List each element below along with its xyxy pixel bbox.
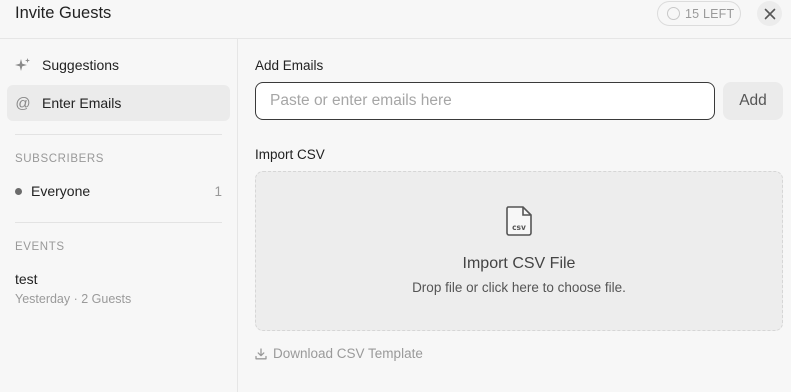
sidebar-divider: [15, 222, 222, 223]
event-item-name[interactable]: test: [15, 271, 38, 287]
csv-dropzone[interactable]: csv Import CSV File Drop file or click h…: [255, 171, 783, 331]
invite-quota-badge: 15 LEFT: [657, 1, 741, 26]
sidebar-item-enter-emails[interactable]: @ Enter Emails: [7, 85, 230, 121]
email-input[interactable]: [255, 82, 715, 120]
sidebar: Suggestions @ Enter Emails SUBSCRIBERS E…: [0, 39, 238, 392]
quota-label: 15 LEFT: [685, 6, 735, 21]
csv-file-icon: csv: [506, 206, 532, 236]
download-csv-template-link[interactable]: Download CSV Template: [255, 346, 423, 361]
close-button[interactable]: [757, 1, 782, 26]
subscriber-count: 1: [214, 183, 222, 199]
sidebar-item-label: Enter Emails: [42, 95, 122, 111]
subscriber-list-item[interactable]: Everyone 1: [15, 183, 222, 199]
subscriber-label: Everyone: [31, 183, 91, 199]
dialog-header: Invite Guests 15 LEFT: [0, 0, 791, 39]
close-icon: [764, 8, 775, 19]
add-emails-label: Add Emails: [255, 58, 324, 73]
csv-icon-text: csv: [512, 223, 526, 232]
download-icon: [255, 347, 267, 359]
import-csv-label: Import CSV: [255, 147, 325, 162]
sparkle-icon: [15, 57, 31, 73]
add-button[interactable]: Add: [723, 82, 783, 120]
sidebar-divider: [15, 134, 222, 135]
quota-ring-icon: [667, 7, 680, 20]
dropzone-title: Import CSV File: [462, 255, 576, 272]
subscribers-heading: SUBSCRIBERS: [15, 153, 105, 165]
dialog-title: Invite Guests: [15, 4, 112, 22]
subscriber-dot-icon: [15, 187, 22, 195]
main-panel: Add Emails Add Import CSV csv Import CSV…: [239, 39, 791, 392]
at-icon: @: [15, 94, 31, 112]
sidebar-item-label: Suggestions: [42, 57, 120, 73]
dropzone-subtitle: Drop file or click here to choose file.: [412, 280, 626, 295]
sidebar-item-suggestions[interactable]: Suggestions: [7, 47, 230, 83]
events-heading: EVENTS: [15, 241, 65, 253]
event-item-meta: Yesterday · 2 Guests: [15, 292, 132, 306]
download-label: Download CSV Template: [273, 346, 423, 361]
